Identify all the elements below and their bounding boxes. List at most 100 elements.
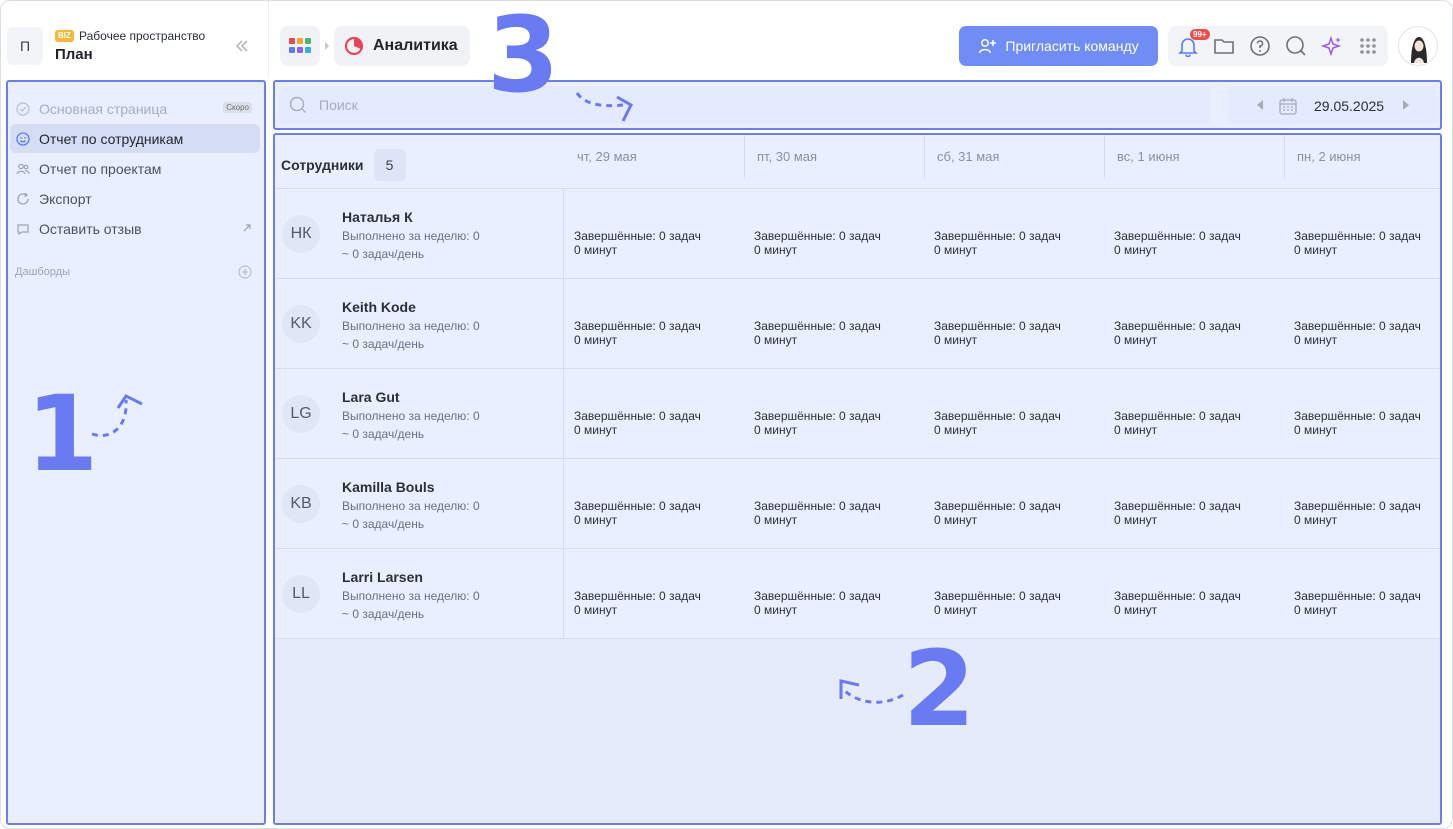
invite-team-label: Пригласить команду [1005, 38, 1139, 54]
add-user-icon [978, 37, 997, 55]
time-spent: 0 минут [1294, 603, 1338, 617]
completed-tasks: Завершённые: 0 задач [1294, 229, 1421, 243]
prev-date-icon[interactable] [1256, 99, 1264, 111]
table-row[interactable]: LG Lara Gut Выполнено за неделю: 0 ~ 0 з… [275, 369, 1440, 459]
time-spent: 0 минут [1294, 243, 1338, 257]
avatar: НК [282, 215, 320, 253]
sidebar-item-label: Оставить отзыв [39, 220, 142, 237]
time-spent: 0 минут [754, 603, 798, 617]
completed-tasks: Завершённые: 0 задач [754, 319, 881, 333]
employee-daily-average: ~ 0 задач/день [342, 607, 425, 621]
users-icon [16, 162, 30, 176]
completed-tasks: Завершённые: 0 задач [1114, 409, 1241, 423]
external-link-icon [242, 223, 252, 233]
employee-name[interactable]: Larri Larsen [342, 569, 423, 585]
annotation-arrow-2-icon [833, 673, 908, 713]
sidebar-item-home: Основная страница Скоро [10, 94, 260, 123]
day-cell: Завершённые: 0 задач 0 минут [934, 589, 1109, 617]
sidebar-item-project-report[interactable]: Отчет по проектам [10, 154, 260, 183]
day-header: вс, 1 июня [1104, 135, 1284, 179]
next-date-icon[interactable] [1402, 99, 1410, 111]
add-dashboard-icon[interactable] [238, 265, 252, 279]
completed-tasks: Завершённые: 0 задач [574, 589, 701, 603]
employees-count: 5 [373, 149, 406, 181]
current-date[interactable]: 29.05.2025 [1314, 98, 1384, 114]
completed-tasks: Завершённые: 0 задач [1294, 499, 1421, 513]
employee-cell: НК Наталья К Выполнено за неделю: 0 ~ 0 … [275, 189, 564, 278]
folder-icon[interactable] [1213, 35, 1235, 57]
notifications-badge: 99+ [1190, 29, 1210, 40]
completed-tasks: Завершённые: 0 задач [754, 409, 881, 423]
day-cell: Завершённые: 0 задач 0 минут [1294, 229, 1440, 257]
employees-heading: Сотрудники [281, 157, 364, 173]
employee-name[interactable]: Keith Kode [342, 299, 416, 315]
employee-week-total: Выполнено за неделю: 0 [342, 319, 480, 333]
search-input[interactable] [319, 97, 1119, 113]
day-cell: Завершённые: 0 задач 0 минут [934, 409, 1109, 437]
day-cell: Завершённые: 0 задач 0 минут [1294, 499, 1440, 527]
workspace-avatar[interactable]: П [7, 27, 43, 65]
workspace-title[interactable]: План [55, 46, 93, 63]
sparkle-ai-icon[interactable] [1321, 35, 1343, 57]
time-spent: 0 минут [574, 603, 618, 617]
apps-button[interactable] [280, 26, 320, 66]
table-row[interactable]: НК Наталья К Выполнено за неделю: 0 ~ 0 … [275, 189, 1440, 279]
employee-cell: LG Lara Gut Выполнено за неделю: 0 ~ 0 з… [275, 369, 564, 458]
table-header: Сотрудники 5 чт, 29 мая пт, 30 мая сб, 3… [275, 135, 1440, 189]
day-cell: Завершённые: 0 задач 0 минут [1114, 499, 1289, 527]
day-cell: Завершённые: 0 задач 0 минут [754, 499, 929, 527]
date-navigator: 29.05.2025 [1228, 86, 1438, 124]
workspace-header: П BIZ Рабочее пространство План [1, 1, 269, 77]
breadcrumb-chevron-icon [323, 41, 331, 51]
table-empty-area [275, 639, 1440, 823]
time-spent: 0 минут [754, 243, 798, 257]
employee-name[interactable]: Lara Gut [342, 389, 400, 405]
collapse-sidebar-icon[interactable] [233, 37, 251, 55]
employees-header: Сотрудники 5 [281, 149, 406, 181]
search-icon[interactable] [1285, 35, 1307, 57]
time-spent: 0 минут [1114, 603, 1158, 617]
completed-tasks: Завершённые: 0 задач [574, 319, 701, 333]
day-header: пн, 2 июня [1284, 135, 1440, 179]
table-row[interactable]: KK Keith Kode Выполнено за неделю: 0 ~ 0… [275, 279, 1440, 369]
time-spent: 0 минут [934, 513, 978, 527]
search-icon [289, 96, 307, 114]
workspace-subtitle: Рабочее пространство [79, 29, 206, 43]
time-spent: 0 минут [1114, 513, 1158, 527]
sidebar-item-label: Отчет по проектам [39, 160, 162, 177]
day-cell: Завершённые: 0 задач 0 минут [574, 319, 749, 347]
completed-tasks: Завершённые: 0 задач [574, 409, 701, 423]
completed-tasks: Завершённые: 0 задач [1294, 319, 1421, 333]
sidebar-item-export[interactable]: Экспорт [10, 184, 260, 213]
employee-cell: KB Kamilla Bouls Выполнено за неделю: 0 … [275, 459, 564, 548]
employee-week-total: Выполнено за неделю: 0 [342, 229, 480, 243]
annotation-arrow-1-icon [88, 390, 148, 440]
sidebar-item-employee-report[interactable]: Отчет по сотрудникам [10, 124, 260, 153]
sidebar-item-feedback[interactable]: Оставить отзыв [10, 214, 260, 243]
breadcrumb-analytics[interactable]: Аналитика [334, 26, 470, 66]
completed-tasks: Завершённые: 0 задач [754, 589, 881, 603]
calendar-icon[interactable] [1278, 96, 1298, 116]
smile-icon [16, 131, 30, 146]
invite-team-button[interactable]: Пригласить команду [959, 26, 1158, 66]
day-cell: Завершённые: 0 задач 0 минут [574, 229, 749, 257]
search-box[interactable] [279, 86, 1211, 124]
avatar: LG [282, 395, 320, 433]
day-header: чт, 29 мая [577, 149, 637, 164]
employee-cell: KK Keith Kode Выполнено за неделю: 0 ~ 0… [275, 279, 564, 368]
day-cell: Завершённые: 0 задач 0 минут [1114, 589, 1289, 617]
employee-name[interactable]: Наталья К [342, 209, 413, 225]
grid-menu-icon[interactable] [1357, 35, 1379, 57]
sidebar-item-label: Основная страница [39, 100, 168, 117]
help-icon[interactable] [1249, 35, 1271, 57]
day-cell: Завершённые: 0 задач 0 минут [754, 589, 929, 617]
table-row[interactable]: KB Kamilla Bouls Выполнено за неделю: 0 … [275, 459, 1440, 549]
time-spent: 0 минут [934, 423, 978, 437]
time-spent: 0 минут [1114, 333, 1158, 347]
completed-tasks: Завершённые: 0 задач [1114, 589, 1241, 603]
employee-name[interactable]: Kamilla Bouls [342, 479, 435, 495]
completed-tasks: Завершённые: 0 задач [1114, 319, 1241, 333]
table-row[interactable]: LL Larri Larsen Выполнено за неделю: 0 ~… [275, 549, 1440, 639]
employee-daily-average: ~ 0 задач/день [342, 517, 425, 531]
user-avatar[interactable] [1398, 26, 1438, 66]
